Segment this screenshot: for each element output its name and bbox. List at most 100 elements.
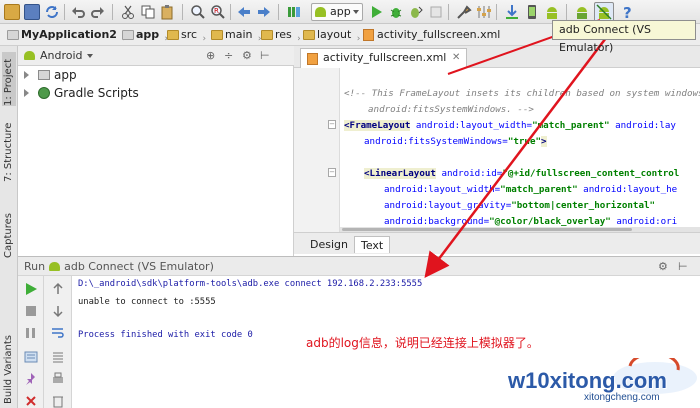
- folder-icon: [303, 30, 315, 40]
- adb-connect-icon[interactable]: [594, 2, 614, 22]
- project-structure-icon[interactable]: [456, 4, 472, 20]
- fold-icon[interactable]: −: [328, 168, 336, 177]
- cut-icon[interactable]: [120, 4, 136, 20]
- editor-tab[interactable]: activity_fullscreen.xml ✕: [300, 48, 468, 68]
- redo-icon[interactable]: [90, 4, 106, 20]
- tab-captures[interactable]: Captures: [2, 206, 16, 258]
- expand-icon[interactable]: [24, 89, 29, 97]
- attach-icon[interactable]: [408, 4, 424, 20]
- svg-text:R: R: [214, 7, 219, 15]
- sdk-manager-icon[interactable]: [504, 4, 520, 20]
- tab-text[interactable]: Text: [354, 236, 391, 253]
- toolbar-separator: [182, 4, 183, 20]
- breadcrumb-item[interactable]: layout ›: [302, 27, 360, 44]
- run-toolbar-secondary: [44, 276, 72, 408]
- breadcrumb-item[interactable]: res ›: [260, 27, 301, 44]
- run-icon[interactable]: [368, 4, 384, 20]
- watermark-url: xitongcheng.com: [584, 392, 660, 403]
- fold-icon[interactable]: −: [328, 120, 336, 129]
- breadcrumb-item[interactable]: activity_fullscreen.xml: [362, 27, 500, 43]
- breadcrumb-item[interactable]: MyApplication2›: [6, 27, 126, 44]
- tab-project[interactable]: 1: Project: [2, 52, 16, 106]
- scrollbar-thumb[interactable]: [342, 228, 632, 231]
- target-icon[interactable]: ⊕: [206, 49, 215, 62]
- settings-icon[interactable]: [476, 4, 492, 20]
- run-config-select[interactable]: app: [311, 3, 363, 21]
- open-icon[interactable]: [4, 4, 20, 20]
- avd-manager-icon[interactable]: [524, 4, 540, 20]
- dump-threads-icon[interactable]: [24, 350, 38, 364]
- undo-icon[interactable]: [70, 4, 86, 20]
- back-icon[interactable]: [236, 4, 252, 20]
- tab-design[interactable]: Design: [304, 236, 354, 253]
- gear-icon[interactable]: ⚙: [658, 260, 668, 273]
- rerun-icon[interactable]: [24, 282, 38, 296]
- gradle-icon: [38, 87, 50, 99]
- close-icon[interactable]: ✕: [452, 49, 460, 67]
- stop-icon[interactable]: [24, 304, 38, 318]
- hide-icon[interactable]: ⊢: [260, 49, 270, 62]
- editor-tab-label: activity_fullscreen.xml: [323, 51, 447, 64]
- debug-icon[interactable]: [388, 4, 404, 20]
- breadcrumb-item[interactable]: src ›: [166, 27, 206, 44]
- tab-structure[interactable]: 7: Structure: [2, 120, 16, 182]
- console-line: Process finished with exit code 0: [78, 330, 253, 340]
- toolbar-separator: [448, 4, 449, 20]
- android-icon: [24, 51, 35, 60]
- android-icon: [315, 7, 326, 17]
- print-icon[interactable]: [51, 372, 65, 386]
- run-panel-title: Run adb Connect (VS Emulator): [24, 260, 214, 273]
- hide-icon[interactable]: ⊢: [678, 260, 688, 273]
- breadcrumb-item[interactable]: app›: [121, 27, 168, 44]
- close-icon[interactable]: [24, 394, 38, 408]
- console-line: D:\_android\sdk\platform-tools\adb.exe c…: [78, 279, 423, 289]
- watermark-brand: w10xitong.com: [508, 368, 667, 393]
- code-editor[interactable]: <!-- This FrameLayout insets its childre…: [340, 68, 700, 232]
- stop-icon[interactable]: [428, 4, 444, 20]
- replace-icon[interactable]: R: [210, 4, 226, 20]
- adb-connect-tooltip: adb Connect (VS Emulator): [552, 20, 696, 54]
- help-icon[interactable]: ?: [620, 4, 636, 22]
- run-panel-header: Run adb Connect (VS Emulator) ⚙ ⊢: [18, 256, 700, 276]
- svg-text:?: ?: [623, 4, 632, 20]
- project-view-label: Android: [40, 49, 83, 62]
- paste-icon[interactable]: [160, 4, 176, 20]
- module-icon: [122, 30, 134, 40]
- scroll-down-icon[interactable]: [51, 304, 65, 318]
- emulator-icon[interactable]: [574, 4, 590, 20]
- run-toolbar: [18, 276, 44, 408]
- editor-tab-bar: activity_fullscreen.xml ✕: [294, 46, 700, 68]
- code-line: <!-- This FrameLayout insets its childre…: [344, 88, 700, 99]
- editor-gutter: − −: [294, 68, 340, 232]
- xml-file-icon: [307, 53, 318, 65]
- find-icon[interactable]: [190, 4, 206, 20]
- scroll-up-icon[interactable]: [51, 282, 65, 296]
- android-icon: [49, 262, 61, 271]
- android-device-monitor-icon[interactable]: [544, 4, 560, 20]
- pause-icon[interactable]: [24, 326, 38, 340]
- save-icon[interactable]: [24, 4, 40, 20]
- tab-build-variants[interactable]: Build Variants: [2, 334, 16, 404]
- annotation-text: adb的log信息，说明已经连接上模拟器了。: [306, 336, 539, 350]
- forward-icon[interactable]: [256, 4, 272, 20]
- tree-item-label: app: [54, 68, 77, 82]
- clear-icon[interactable]: [51, 394, 65, 408]
- gear-icon[interactable]: ⚙: [242, 49, 252, 62]
- tree-item-label: Gradle Scripts: [54, 86, 139, 100]
- toolbar-separator: [278, 4, 279, 20]
- collapse-icon[interactable]: ÷: [224, 49, 233, 62]
- module-icon: [38, 70, 50, 80]
- project-view-selector[interactable]: Android: [24, 49, 93, 62]
- tree-item-app[interactable]: app: [24, 67, 77, 83]
- soft-wrap-icon[interactable]: [51, 326, 65, 340]
- code-line: android:fitsSystemWindows="true">: [364, 136, 547, 147]
- copy-icon[interactable]: [140, 4, 156, 20]
- breadcrumb-item[interactable]: main ›: [210, 27, 261, 44]
- pin-icon[interactable]: [24, 372, 38, 386]
- tree-item-gradle-scripts[interactable]: Gradle Scripts: [24, 85, 139, 101]
- expand-icon[interactable]: [24, 71, 29, 79]
- scroll-to-end-icon[interactable]: [51, 350, 65, 364]
- build-icon[interactable]: [286, 4, 302, 20]
- sync-icon[interactable]: [44, 4, 60, 20]
- toolbar-separator: [496, 4, 497, 20]
